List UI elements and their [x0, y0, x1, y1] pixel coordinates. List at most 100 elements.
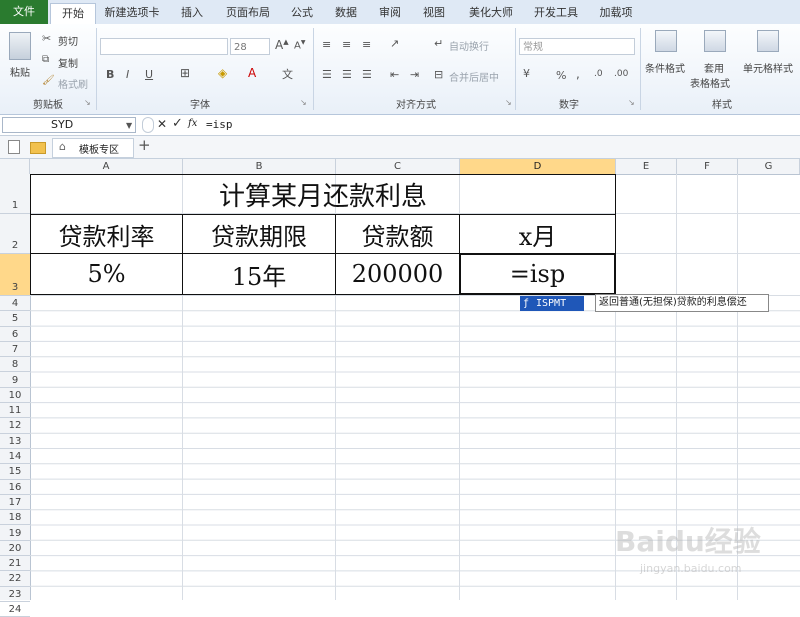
tab-page-layout[interactable]: 页面布局 [222, 3, 274, 23]
row-header-16[interactable]: 16 [0, 480, 30, 495]
row-header-21[interactable]: 21 [0, 556, 30, 572]
tab-home[interactable]: 开始 [50, 3, 96, 25]
decrease-indent-icon[interactable]: ⇤ [390, 68, 399, 81]
cancel-icon[interactable]: ✕ [157, 117, 167, 131]
row-header-19[interactable]: 19 [0, 526, 30, 541]
folder-icon[interactable] [30, 142, 46, 154]
tab-developer[interactable]: 开发工具 [528, 3, 584, 23]
copy-button[interactable]: 复制 [58, 55, 78, 70]
italic-button[interactable]: I [126, 68, 129, 81]
number-launcher-icon[interactable]: ↘ [628, 98, 635, 107]
row-header-17[interactable]: 17 [0, 495, 30, 511]
align-right-icon[interactable]: ☰ [362, 68, 372, 81]
merge-center-button[interactable]: 合并后居中 [449, 69, 499, 84]
tab-data[interactable]: 数据 [328, 3, 364, 23]
row-header-5[interactable]: 5 [0, 311, 30, 327]
font-color-icon[interactable]: A [248, 66, 256, 80]
formula-input[interactable]: =isp [206, 117, 233, 133]
tab-file[interactable]: 文件 [0, 0, 48, 24]
underline-button[interactable]: U [145, 68, 153, 81]
row-header-9[interactable]: 9 [0, 373, 30, 388]
wrap-text-button[interactable]: 自动换行 [449, 38, 489, 53]
conditional-format-button[interactable]: 条件格式 [645, 60, 685, 75]
increase-indent-icon[interactable]: ⇥ [410, 68, 419, 81]
tab-new-tab[interactable]: 新建选项卡 [100, 3, 164, 23]
value-cell-term[interactable]: 15年 [182, 253, 336, 295]
font-name-select[interactable] [100, 38, 228, 55]
select-all-corner[interactable] [0, 159, 30, 174]
row-header-15[interactable]: 15 [0, 464, 30, 480]
align-center-icon[interactable]: ☰ [342, 68, 352, 81]
name-box[interactable]: SYD [2, 117, 136, 133]
row-header-11[interactable]: 11 [0, 403, 30, 419]
value-cell-rate[interactable]: 5% [30, 253, 183, 295]
bold-button[interactable]: B [106, 68, 114, 81]
alignment-launcher-icon[interactable]: ↘ [505, 98, 512, 107]
header-cell-rate[interactable]: 贷款利率 [30, 214, 183, 254]
tab-addins[interactable]: 加载项 [592, 3, 640, 23]
format-as-table-line1[interactable]: 套用 [704, 60, 724, 75]
expand-icon[interactable] [142, 117, 154, 133]
row-header-8[interactable]: 8 [0, 357, 30, 373]
font-size-select[interactable]: 28 [230, 38, 270, 55]
active-cell-d3[interactable]: =isp [459, 253, 616, 295]
row-header-20[interactable]: 20 [0, 541, 30, 557]
cut-button[interactable]: 剪切 [58, 33, 78, 48]
row-header-14[interactable]: 14 [0, 449, 30, 465]
phonetic-icon[interactable]: 文 [282, 66, 293, 82]
fill-color-icon[interactable]: ◈ [218, 66, 227, 80]
tab-review[interactable]: 审阅 [372, 3, 408, 23]
comma-button[interactable]: , [576, 67, 580, 81]
border-icon[interactable]: ⊞ [180, 66, 190, 80]
increase-decimal-icon[interactable]: .0 [594, 69, 603, 79]
new-file-icon[interactable] [8, 140, 20, 154]
enter-icon[interactable]: ✓ [172, 116, 183, 131]
align-middle-icon[interactable]: ≡ [342, 38, 351, 51]
row-header-3[interactable]: 3 [0, 254, 30, 296]
tab-formulas[interactable]: 公式 [284, 3, 320, 23]
clipboard-launcher-icon[interactable]: ↘ [84, 98, 91, 107]
column-header-e[interactable]: E [616, 159, 677, 174]
decrease-decimal-icon[interactable]: .00 [614, 69, 628, 79]
row-header-4[interactable]: 4 [0, 296, 30, 312]
insert-function-button[interactable]: fx [188, 118, 197, 129]
row-header-12[interactable]: 12 [0, 418, 30, 434]
sheet-title-cell[interactable]: 计算某月还款利息 [30, 174, 616, 214]
row-header-18[interactable]: 18 [0, 510, 30, 526]
align-top-icon[interactable]: ≡ [322, 38, 331, 51]
add-tab-button[interactable]: + [138, 136, 151, 154]
row-header-6[interactable]: 6 [0, 327, 30, 342]
tab-insert[interactable]: 插入 [172, 3, 212, 23]
grow-font-icon[interactable]: A▲ [275, 38, 289, 52]
row-header-1[interactable]: 1 [0, 174, 30, 214]
currency-icon[interactable]: ¥ [523, 67, 530, 80]
header-cell-term[interactable]: 贷款期限 [182, 214, 336, 254]
font-launcher-icon[interactable]: ↘ [300, 98, 307, 107]
value-cell-amount[interactable]: 200000 [335, 253, 460, 295]
cell-styles-button[interactable]: 单元格样式 [743, 60, 793, 75]
column-header-a[interactable]: A [30, 159, 183, 174]
paste-icon[interactable] [9, 32, 31, 60]
tab-view[interactable]: 视图 [416, 3, 452, 23]
header-cell-month[interactable]: x月 [459, 214, 616, 254]
function-autocomplete-item[interactable]: ƒ ISPMT [520, 296, 584, 311]
column-header-g[interactable]: G [738, 159, 800, 174]
percent-button[interactable]: % [556, 69, 566, 82]
column-header-d[interactable]: D [460, 159, 616, 174]
row-header-10[interactable]: 10 [0, 388, 30, 404]
template-tab[interactable]: ⌂ 模板专区 [52, 138, 134, 158]
row-header-22[interactable]: 22 [0, 571, 30, 587]
orientation-icon[interactable]: ↗ [390, 37, 399, 50]
row-header-24[interactable]: 24 [0, 602, 30, 617]
format-painter-button[interactable]: 格式刷 [58, 76, 88, 91]
row-header-13[interactable]: 13 [0, 434, 30, 449]
column-header-f[interactable]: F [677, 159, 738, 174]
format-as-table-line2[interactable]: 表格格式 [690, 75, 730, 90]
name-box-dropdown-icon[interactable]: ▼ [126, 121, 132, 130]
paste-button[interactable]: 粘贴 [10, 64, 30, 79]
header-cell-amount[interactable]: 贷款额 [335, 214, 460, 254]
number-format-select[interactable]: 常规 [519, 38, 635, 55]
row-header-7[interactable]: 7 [0, 342, 30, 358]
align-bottom-icon[interactable]: ≡ [362, 38, 371, 51]
column-header-b[interactable]: B [183, 159, 336, 174]
